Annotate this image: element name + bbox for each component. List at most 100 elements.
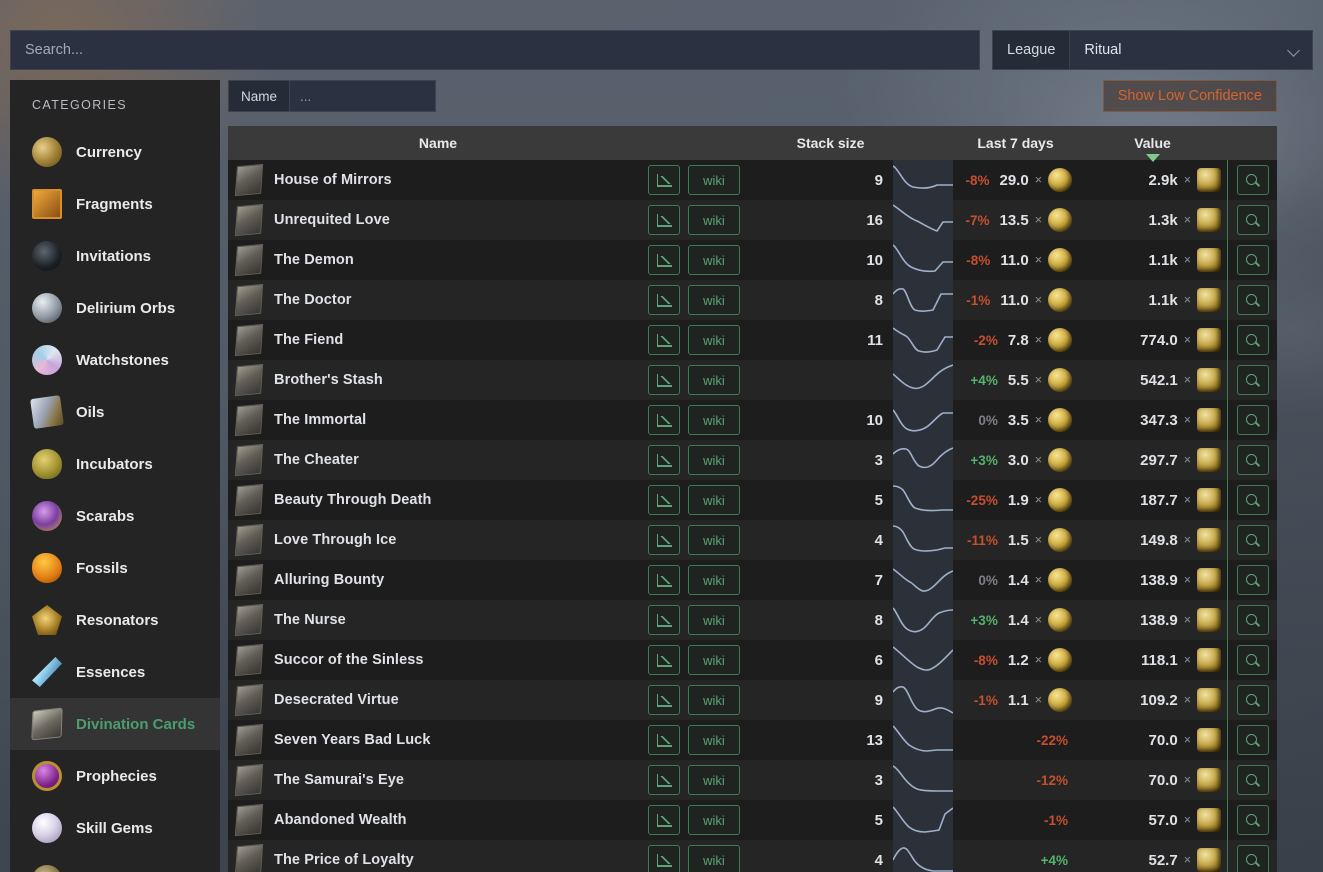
sidebar-item-fossils[interactable]: Fossils xyxy=(10,542,220,594)
search-item-button[interactable] xyxy=(1236,725,1269,755)
table-row[interactable]: The Price of Loyalty wiki 4 +4% 52.7 × xyxy=(228,840,1277,872)
wiki-button[interactable]: wiki xyxy=(688,525,740,555)
wiki-button[interactable]: wiki xyxy=(688,405,740,435)
wiki-button[interactable]: wiki xyxy=(688,685,740,715)
table-row[interactable]: Alluring Bounty wiki 7 0% 1.4 × 138.9 × xyxy=(228,560,1277,600)
sidebar-item-watchstones[interactable]: Watchstones xyxy=(10,334,220,386)
sidebar-item-currency[interactable]: Currency xyxy=(10,126,220,178)
search-item-button[interactable] xyxy=(1236,485,1269,515)
sidebar-item-divination-cards[interactable]: Divination Cards xyxy=(10,698,220,750)
table-row[interactable]: The Samurai's Eye wiki 3 -12% 70.0 × xyxy=(228,760,1277,800)
chart-button[interactable] xyxy=(648,685,680,715)
cell-search xyxy=(1227,720,1277,760)
sidebar-item-incubators[interactable]: Incubators xyxy=(10,438,220,490)
chart-button[interactable] xyxy=(648,645,680,675)
cell-search xyxy=(1227,600,1277,640)
chart-button[interactable] xyxy=(648,805,680,835)
column-header-value[interactable]: Value xyxy=(1078,126,1227,162)
table-row[interactable]: Love Through Ice wiki 4 -11% 1.5 × 149.8 × xyxy=(228,520,1277,560)
chart-button[interactable] xyxy=(648,365,680,395)
table-row[interactable]: Seven Years Bad Luck wiki 13 -22% 70.0 × xyxy=(228,720,1277,760)
table-row[interactable]: Unrequited Love wiki 16 -7% 13.5 × 1.3k × xyxy=(228,200,1277,240)
chart-button[interactable] xyxy=(648,565,680,595)
chart-button[interactable] xyxy=(648,485,680,515)
table-row[interactable]: The Nurse wiki 8 +3% 1.4 × 138.9 × xyxy=(228,600,1277,640)
chart-button[interactable] xyxy=(648,285,680,315)
search-item-button[interactable] xyxy=(1236,245,1269,275)
search-item-button[interactable] xyxy=(1236,525,1269,555)
wiki-button[interactable]: wiki xyxy=(688,845,740,872)
sidebar-item-prophecies[interactable]: Prophecies xyxy=(10,750,220,802)
wiki-button[interactable]: wiki xyxy=(688,765,740,795)
sidebar-item-skill-gems[interactable]: Skill Gems xyxy=(10,802,220,854)
search-item-button[interactable] xyxy=(1236,845,1269,872)
chart-button[interactable] xyxy=(648,725,680,755)
chart-button[interactable] xyxy=(648,205,680,235)
search-item-button[interactable] xyxy=(1236,605,1269,635)
show-low-confidence-button[interactable]: Show Low Confidence xyxy=(1102,80,1277,112)
chart-button[interactable] xyxy=(648,445,680,475)
table-row[interactable]: The Immortal wiki 10 0% 3.5 × 347.3 × xyxy=(228,400,1277,440)
search-item-button[interactable] xyxy=(1236,205,1269,235)
table-row[interactable]: House of Mirrors wiki 9 -8% 29.0 × 2.9k × xyxy=(228,160,1277,200)
search-item-button[interactable] xyxy=(1236,765,1269,795)
wiki-button[interactable]: wiki xyxy=(688,445,740,475)
sidebar-item-essences[interactable]: Essences xyxy=(10,646,220,698)
wiki-button[interactable]: wiki xyxy=(688,165,740,195)
table-row[interactable]: Brother's Stash wiki +4% 5.5 × 542.1 × xyxy=(228,360,1277,400)
search-item-button[interactable] xyxy=(1236,685,1269,715)
search-input[interactable] xyxy=(10,30,980,70)
wiki-button[interactable]: wiki xyxy=(688,325,740,355)
wiki-button[interactable]: wiki xyxy=(688,365,740,395)
chart-button[interactable] xyxy=(648,165,680,195)
wiki-button[interactable]: wiki xyxy=(688,605,740,635)
table-row[interactable]: The Fiend wiki 11 -2% 7.8 × 774.0 × xyxy=(228,320,1277,360)
league-selector[interactable]: League Ritual xyxy=(992,30,1313,70)
sidebar-item-invitations[interactable]: Invitations xyxy=(10,230,220,282)
search-item-button[interactable] xyxy=(1236,285,1269,315)
league-dropdown[interactable]: Ritual xyxy=(1070,31,1312,69)
table-row[interactable]: Beauty Through Death wiki 5 -25% 1.9 × 187.7 × xyxy=(228,480,1277,520)
sidebar-item-fragments[interactable]: Fragments xyxy=(10,178,220,230)
wiki-button[interactable]: wiki xyxy=(688,485,740,515)
chart-button[interactable] xyxy=(648,245,680,275)
change-percent: -8% xyxy=(965,172,990,188)
column-header-stack-size[interactable]: Stack size xyxy=(768,126,893,160)
chart-button[interactable] xyxy=(648,525,680,555)
wiki-button[interactable]: wiki xyxy=(688,245,740,275)
wiki-button[interactable]: wiki xyxy=(688,205,740,235)
table-row[interactable]: Abandoned Wealth wiki 5 -1% 57.0 × xyxy=(228,800,1277,840)
wiki-button[interactable]: wiki xyxy=(688,645,740,675)
chart-button[interactable] xyxy=(648,845,680,872)
chart-button[interactable] xyxy=(648,605,680,635)
chart-button[interactable] xyxy=(648,405,680,435)
sparkline-chart xyxy=(893,160,953,200)
sidebar-item-partial-1[interactable] xyxy=(10,854,220,872)
sidebar-item-resonators[interactable]: Resonators xyxy=(10,594,220,646)
search-item-button[interactable] xyxy=(1236,325,1269,355)
sidebar-item-oils[interactable]: Oils xyxy=(10,386,220,438)
wiki-button[interactable]: wiki xyxy=(688,565,740,595)
column-header-last7days[interactable]: Last 7 days xyxy=(953,126,1078,160)
wiki-button[interactable]: wiki xyxy=(688,805,740,835)
search-item-button[interactable] xyxy=(1236,805,1269,835)
chart-button[interactable] xyxy=(648,325,680,355)
chart-button[interactable] xyxy=(648,765,680,795)
table-row[interactable]: Desecrated Virtue wiki 9 -1% 1.1 × 109.2 × xyxy=(228,680,1277,720)
wiki-button[interactable]: wiki xyxy=(688,285,740,315)
search-item-button[interactable] xyxy=(1236,165,1269,195)
filter-name-input[interactable] xyxy=(290,80,437,112)
sidebar-item-scarabs[interactable]: Scarabs xyxy=(10,490,220,542)
wiki-button[interactable]: wiki xyxy=(688,725,740,755)
search-item-button[interactable] xyxy=(1236,405,1269,435)
search-item-button[interactable] xyxy=(1236,365,1269,395)
table-row[interactable]: The Doctor wiki 8 -1% 11.0 × 1.1k × xyxy=(228,280,1277,320)
search-item-button[interactable] xyxy=(1236,645,1269,675)
sidebar-item-delirium-orbs[interactable]: Delirium Orbs xyxy=(10,282,220,334)
search-item-button[interactable] xyxy=(1236,565,1269,595)
search-item-button[interactable] xyxy=(1236,445,1269,475)
table-row[interactable]: Succor of the Sinless wiki 6 -8% 1.2 × 118.1 × xyxy=(228,640,1277,680)
table-row[interactable]: The Cheater wiki 3 +3% 3.0 × 297.7 × xyxy=(228,440,1277,480)
column-header-name[interactable]: Name xyxy=(228,126,648,160)
table-row[interactable]: The Demon wiki 10 -8% 11.0 × 1.1k × xyxy=(228,240,1277,280)
